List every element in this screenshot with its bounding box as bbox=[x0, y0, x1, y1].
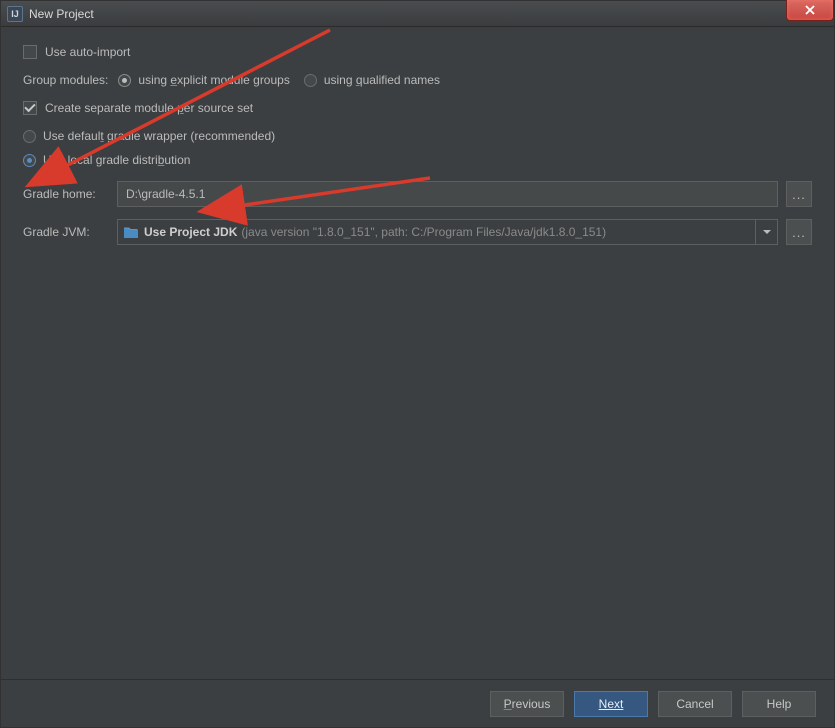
group-explicit-label: using explicit module groups bbox=[138, 73, 289, 87]
wrapper-local-label: Use local gradle distribution bbox=[43, 153, 190, 167]
gradle-home-input[interactable] bbox=[117, 181, 778, 207]
chevron-down-icon bbox=[755, 220, 777, 244]
create-separate-checkbox[interactable] bbox=[23, 101, 37, 115]
group-explicit-radio[interactable] bbox=[118, 74, 131, 87]
group-qualified-label: using qualified names bbox=[324, 73, 440, 87]
intellij-icon: IJ bbox=[7, 6, 23, 22]
next-button[interactable]: Next bbox=[574, 691, 648, 717]
group-qualified-radio[interactable] bbox=[304, 74, 317, 87]
help-button[interactable]: Help bbox=[742, 691, 816, 717]
gradle-jvm-subtext: (java version "1.8.0_151", path: C:/Prog… bbox=[241, 225, 606, 239]
wrapper-default-label: Use default gradle wrapper (recommended) bbox=[43, 129, 275, 143]
wrapper-local-radio[interactable] bbox=[23, 154, 36, 167]
gradle-jvm-row: Gradle JVM: Use Project JDK (java versio… bbox=[23, 219, 812, 245]
auto-import-label: Use auto-import bbox=[45, 45, 130, 59]
gradle-jvm-dropdown[interactable]: Use Project JDK (java version "1.8.0_151… bbox=[117, 219, 778, 245]
group-modules-label: Group modules: bbox=[23, 73, 108, 87]
wrapper-default-row: Use default gradle wrapper (recommended) bbox=[23, 129, 812, 143]
gradle-jvm-label: Gradle JVM: bbox=[23, 225, 117, 239]
create-separate-row: Create separate module per source set bbox=[23, 101, 812, 115]
window-title: New Project bbox=[29, 7, 94, 21]
auto-import-checkbox[interactable] bbox=[23, 45, 37, 59]
dialog-content: Use auto-import Group modules: using exp… bbox=[1, 27, 834, 679]
new-project-dialog: IJ New Project Use auto-import Group mod… bbox=[0, 0, 835, 728]
previous-button[interactable]: Previous bbox=[490, 691, 564, 717]
group-modules-row: Group modules: using explicit module gro… bbox=[23, 73, 812, 87]
close-button[interactable] bbox=[786, 0, 834, 21]
gradle-jvm-browse-button[interactable]: ... bbox=[786, 219, 812, 245]
wrapper-default-radio[interactable] bbox=[23, 130, 36, 143]
wrapper-local-row: Use local gradle distribution bbox=[23, 153, 812, 167]
gradle-home-label: Gradle home: bbox=[23, 187, 117, 201]
create-separate-label: Create separate module per source set bbox=[45, 101, 253, 115]
folder-icon bbox=[124, 227, 138, 238]
titlebar: IJ New Project bbox=[1, 1, 834, 27]
cancel-button[interactable]: Cancel bbox=[658, 691, 732, 717]
gradle-home-row: Gradle home: ... bbox=[23, 181, 812, 207]
auto-import-row: Use auto-import bbox=[23, 45, 812, 59]
dialog-footer: Previous Next Cancel Help bbox=[1, 679, 834, 727]
gradle-jvm-selected: Use Project JDK bbox=[144, 225, 237, 239]
gradle-home-browse-button[interactable]: ... bbox=[786, 181, 812, 207]
